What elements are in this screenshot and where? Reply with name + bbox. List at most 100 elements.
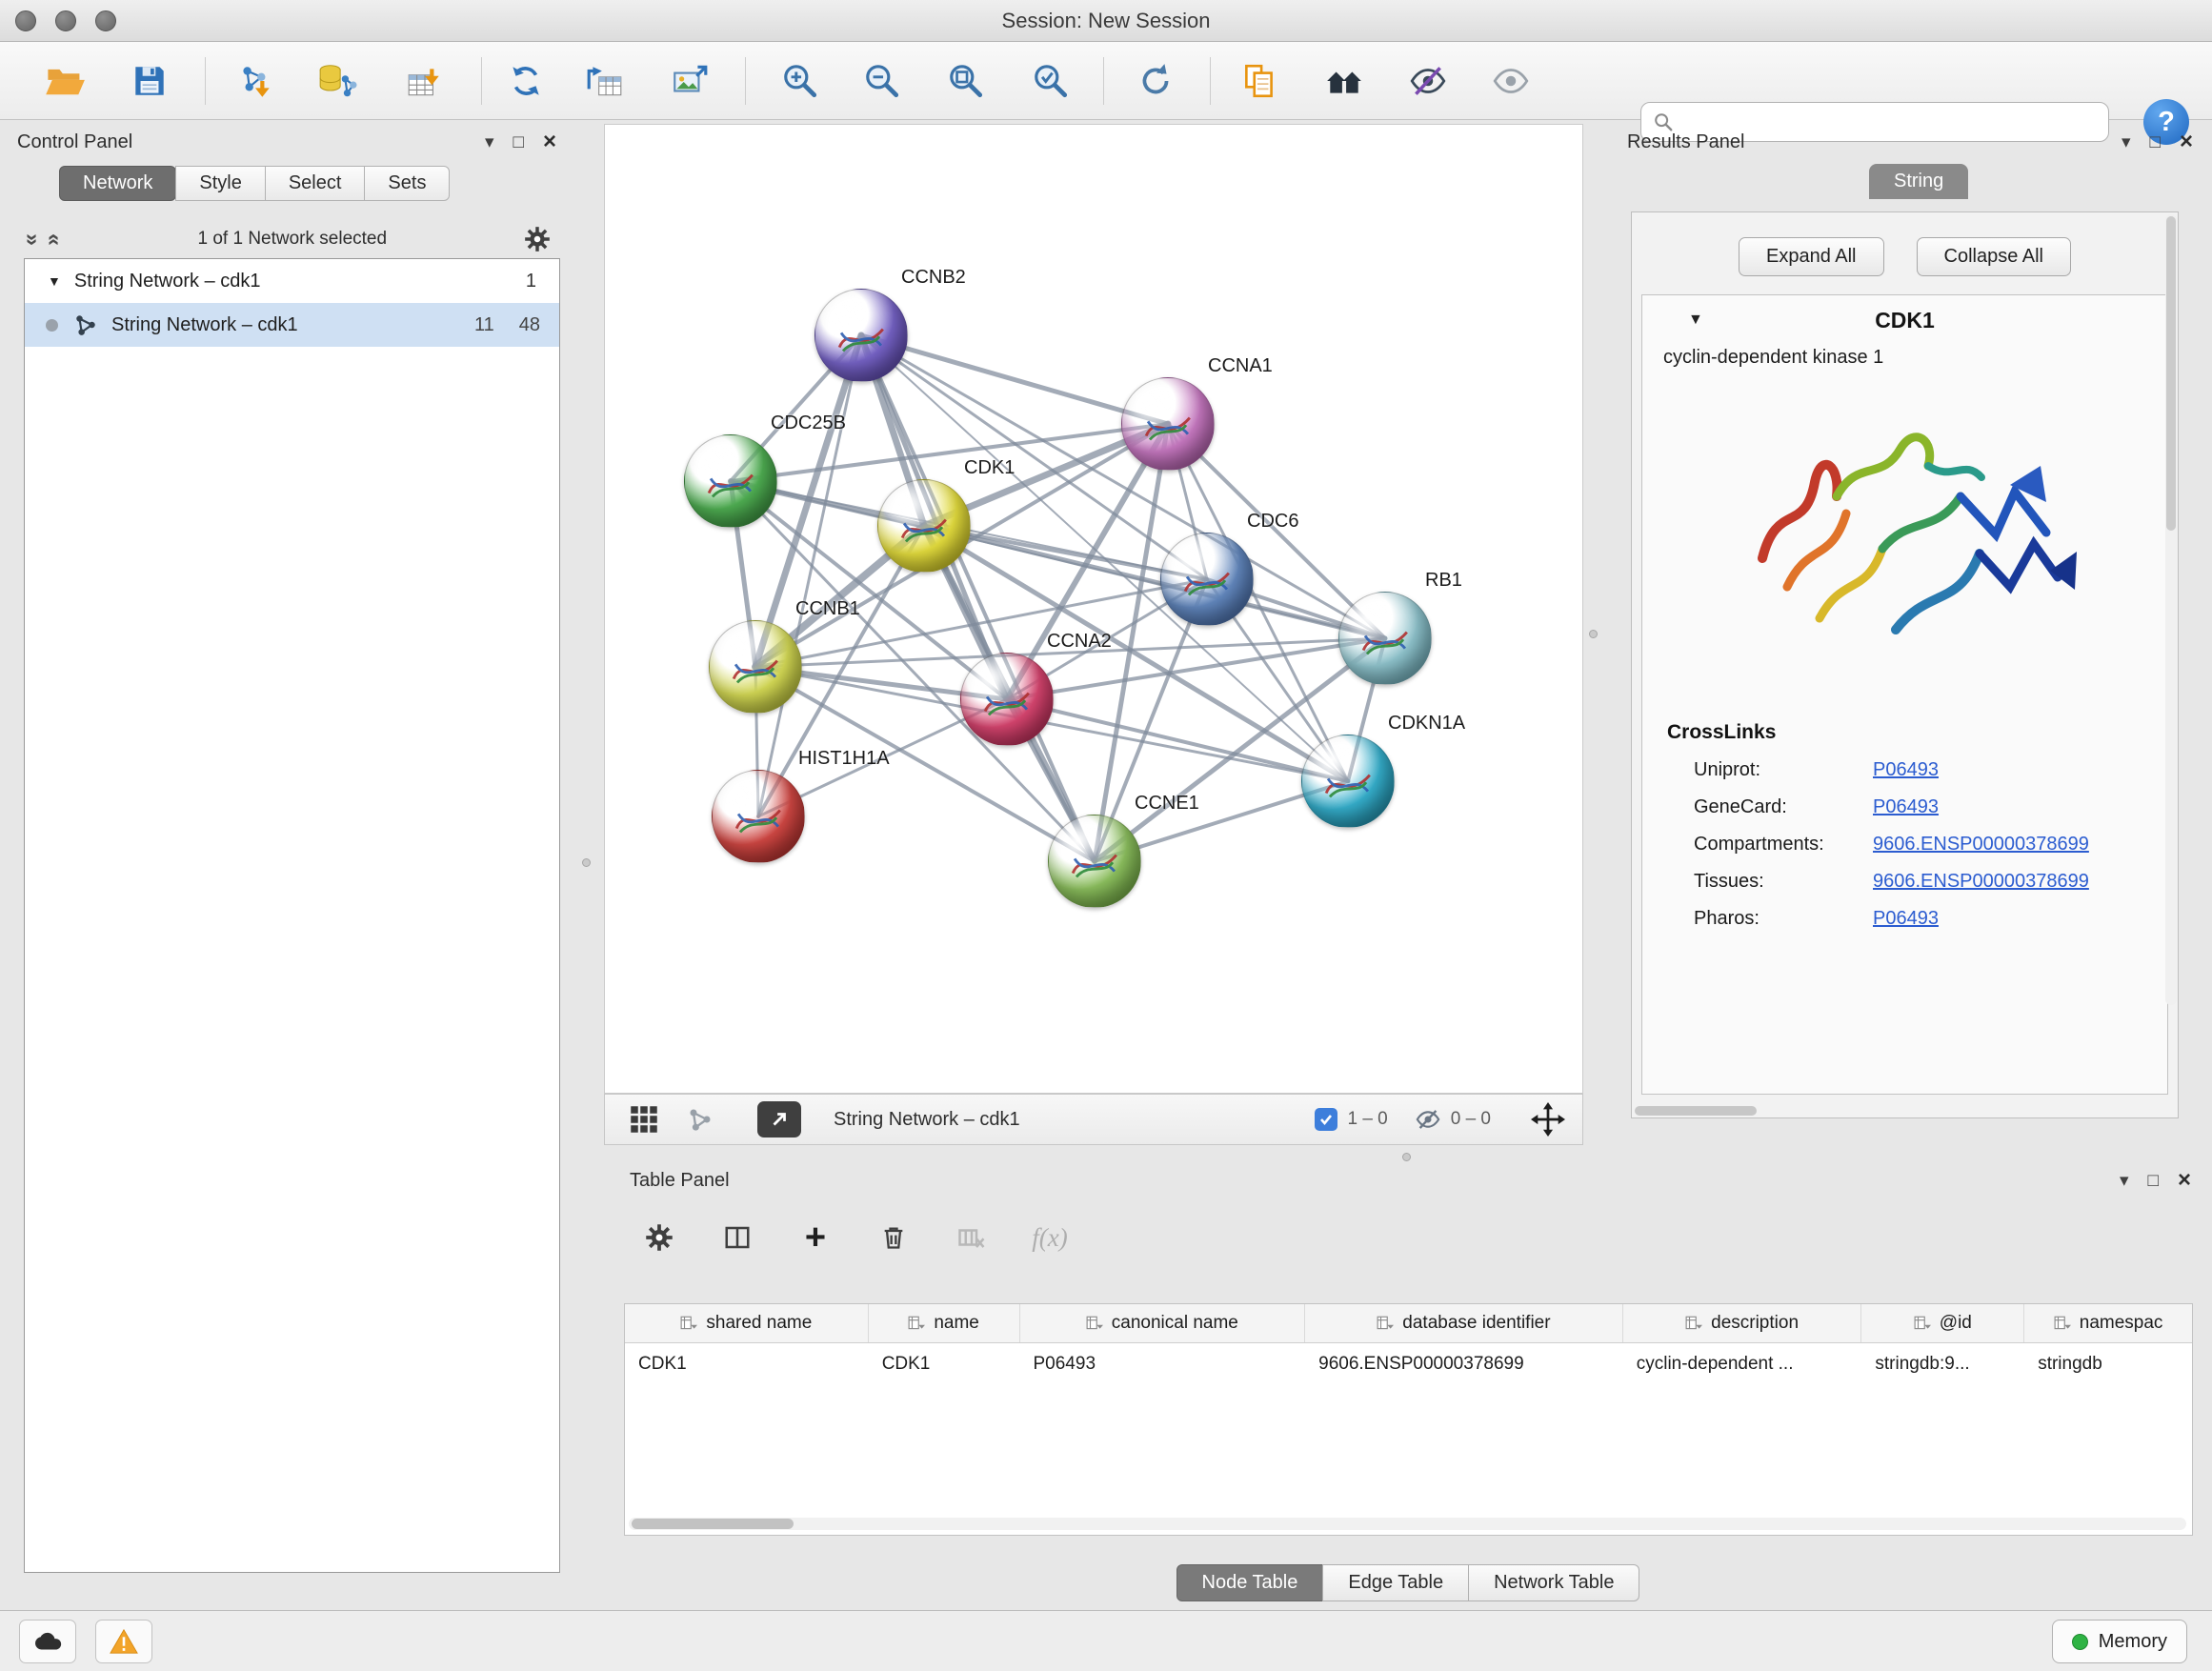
- panel-close-icon[interactable]: ×: [2178, 1169, 2191, 1192]
- expand-all-icon[interactable]: «: [44, 233, 66, 246]
- crosslink-link[interactable]: P06493: [1873, 908, 1939, 930]
- panel-close-icon[interactable]: ×: [2180, 131, 2193, 153]
- zoom-selected-button[interactable]: [1024, 54, 1077, 108]
- string-results-tab[interactable]: String: [1869, 164, 1968, 199]
- delete-rows-button[interactable]: [875, 1219, 912, 1256]
- results-scrollbar[interactable]: [2165, 214, 2177, 1005]
- panel-float-icon[interactable]: □: [2148, 1172, 2159, 1190]
- panel-float-icon[interactable]: □: [513, 133, 524, 151]
- panel-menu-icon[interactable]: ▾: [485, 133, 494, 151]
- memory-button[interactable]: Memory: [2052, 1620, 2187, 1663]
- window-title: Session: New Session: [0, 0, 2212, 42]
- expand-all-button[interactable]: Expand All: [1739, 237, 1884, 276]
- network-node-hist1h1a[interactable]: [712, 770, 805, 863]
- control-panel-title: Control Panel: [17, 131, 132, 153]
- table-row[interactable]: CDK1 CDK1 P06493 9606.ENSP00000378699 cy…: [625, 1343, 2192, 1385]
- column-header[interactable]: namespac: [2024, 1304, 2192, 1342]
- table-cell[interactable]: P06493: [1020, 1343, 1306, 1385]
- zoom-fit-button[interactable]: [939, 54, 993, 108]
- crosslink-link[interactable]: P06493: [1873, 796, 1939, 818]
- import-network-database-button[interactable]: [311, 54, 364, 108]
- network-node-ccna2[interactable]: [960, 653, 1054, 746]
- zoom-in-button[interactable]: [774, 54, 827, 108]
- collapse-all-button[interactable]: Collapse All: [1917, 237, 2072, 276]
- network-node-ccne1[interactable]: [1048, 815, 1141, 908]
- network-node-ccnb2[interactable]: [814, 289, 908, 382]
- network-node-ccnb1[interactable]: [709, 620, 802, 714]
- column-header[interactable]: name: [869, 1304, 1020, 1342]
- crosslink-link[interactable]: 9606.ENSP00000378699: [1873, 834, 2089, 856]
- import-table-button[interactable]: [398, 54, 452, 108]
- function-builder-button[interactable]: f(x): [1032, 1219, 1068, 1256]
- column-header[interactable]: shared name: [625, 1304, 869, 1342]
- table-horizontal-scrollbar[interactable]: [629, 1518, 2186, 1530]
- network-collection-row[interactable]: ▼ String Network – cdk1 1: [25, 259, 559, 303]
- network-node-cdc6[interactable]: [1160, 533, 1254, 626]
- zoom-out-button[interactable]: [855, 54, 909, 108]
- home-button[interactable]: [1317, 54, 1371, 108]
- column-header[interactable]: database identifier: [1305, 1304, 1623, 1342]
- tab-edge-table[interactable]: Edge Table: [1322, 1564, 1469, 1601]
- network-view[interactable]: CCNB2CCNA1CDC25BCDK1CDC6RB1CCNB1CCNA2CDK…: [604, 124, 1583, 1094]
- pan-crosshair-icon[interactable]: [1531, 1102, 1565, 1137]
- vertical-splitter-handle[interactable]: [1589, 630, 1598, 638]
- birdseye-view-button[interactable]: [757, 1101, 801, 1137]
- network-view-icon[interactable]: [687, 1106, 714, 1133]
- crosslink-row: Compartments: 9606.ENSP00000378699: [1642, 826, 2167, 863]
- table-cell[interactable]: stringdb:9...: [1861, 1343, 2024, 1385]
- panel-menu-icon[interactable]: ▾: [2122, 133, 2131, 151]
- panel-menu-icon[interactable]: ▾: [2120, 1172, 2129, 1190]
- tab-select[interactable]: Select: [265, 166, 366, 201]
- collapse-all-icon[interactable]: »: [22, 233, 44, 246]
- column-header[interactable]: @id: [1861, 1304, 2024, 1342]
- table-settings-button[interactable]: [641, 1219, 677, 1256]
- panel-close-icon[interactable]: ×: [543, 131, 556, 153]
- crosslink-link[interactable]: P06493: [1873, 759, 1939, 781]
- collapse-section-icon[interactable]: ▼: [1688, 312, 1703, 329]
- tab-network[interactable]: Network: [59, 166, 176, 201]
- tab-network-table[interactable]: Network Table: [1468, 1564, 1639, 1601]
- show-graphics-button[interactable]: [1484, 54, 1538, 108]
- network-node-rb1[interactable]: [1338, 592, 1432, 685]
- crosslink-link[interactable]: 9606.ENSP00000378699: [1873, 871, 2089, 893]
- export-image-button[interactable]: [663, 54, 716, 108]
- network-node-cdc25b[interactable]: [684, 434, 777, 528]
- delete-column-button[interactable]: [954, 1219, 990, 1256]
- add-column-button[interactable]: +: [797, 1219, 834, 1256]
- vertical-splitter-handle[interactable]: [582, 858, 591, 867]
- tab-sets[interactable]: Sets: [364, 166, 450, 201]
- tab-style[interactable]: Style: [175, 166, 265, 201]
- network-node-ccna1[interactable]: [1121, 377, 1215, 471]
- grid-view-icon[interactable]: [630, 1105, 658, 1134]
- open-folder-icon: [44, 60, 86, 102]
- table-cell[interactable]: 9606.ENSP00000378699: [1305, 1343, 1623, 1385]
- copy-document-button[interactable]: [1233, 54, 1286, 108]
- column-header[interactable]: description: [1623, 1304, 1862, 1342]
- new-network-from-selection-button[interactable]: [499, 54, 553, 108]
- table-cell[interactable]: stringdb: [2024, 1343, 2192, 1385]
- table-cell[interactable]: cyclin-dependent ...: [1623, 1343, 1862, 1385]
- network-node-cdkn1a[interactable]: [1301, 735, 1395, 828]
- cloud-status-button[interactable]: [19, 1620, 76, 1663]
- tree-expander-icon[interactable]: ▼: [48, 273, 61, 289]
- refresh-button[interactable]: [1129, 54, 1182, 108]
- network-node-cdk1[interactable]: [877, 479, 971, 573]
- protein-structure-thumbnail: [1320, 766, 1376, 804]
- warnings-button[interactable]: [95, 1620, 152, 1663]
- show-columns-button[interactable]: [719, 1219, 755, 1256]
- column-header[interactable]: canonical name: [1020, 1304, 1306, 1342]
- network-table-button[interactable]: [578, 54, 632, 108]
- horizontal-splitter-handle[interactable]: [1402, 1153, 1411, 1161]
- gear-icon[interactable]: [524, 226, 551, 252]
- import-network-file-button[interactable]: [229, 54, 282, 108]
- hide-graphics-button[interactable]: [1401, 54, 1455, 108]
- table-cell[interactable]: CDK1: [625, 1343, 869, 1385]
- table-cell[interactable]: CDK1: [869, 1343, 1020, 1385]
- save-icon: [130, 61, 170, 101]
- open-session-button[interactable]: [38, 54, 91, 108]
- panel-float-icon[interactable]: □: [2150, 133, 2161, 151]
- save-session-button[interactable]: [123, 54, 176, 108]
- results-horizontal-scrollbar[interactable]: [1635, 1106, 1757, 1116]
- tab-node-table[interactable]: Node Table: [1176, 1564, 1324, 1601]
- network-row[interactable]: String Network – cdk1 11 48: [25, 303, 559, 347]
